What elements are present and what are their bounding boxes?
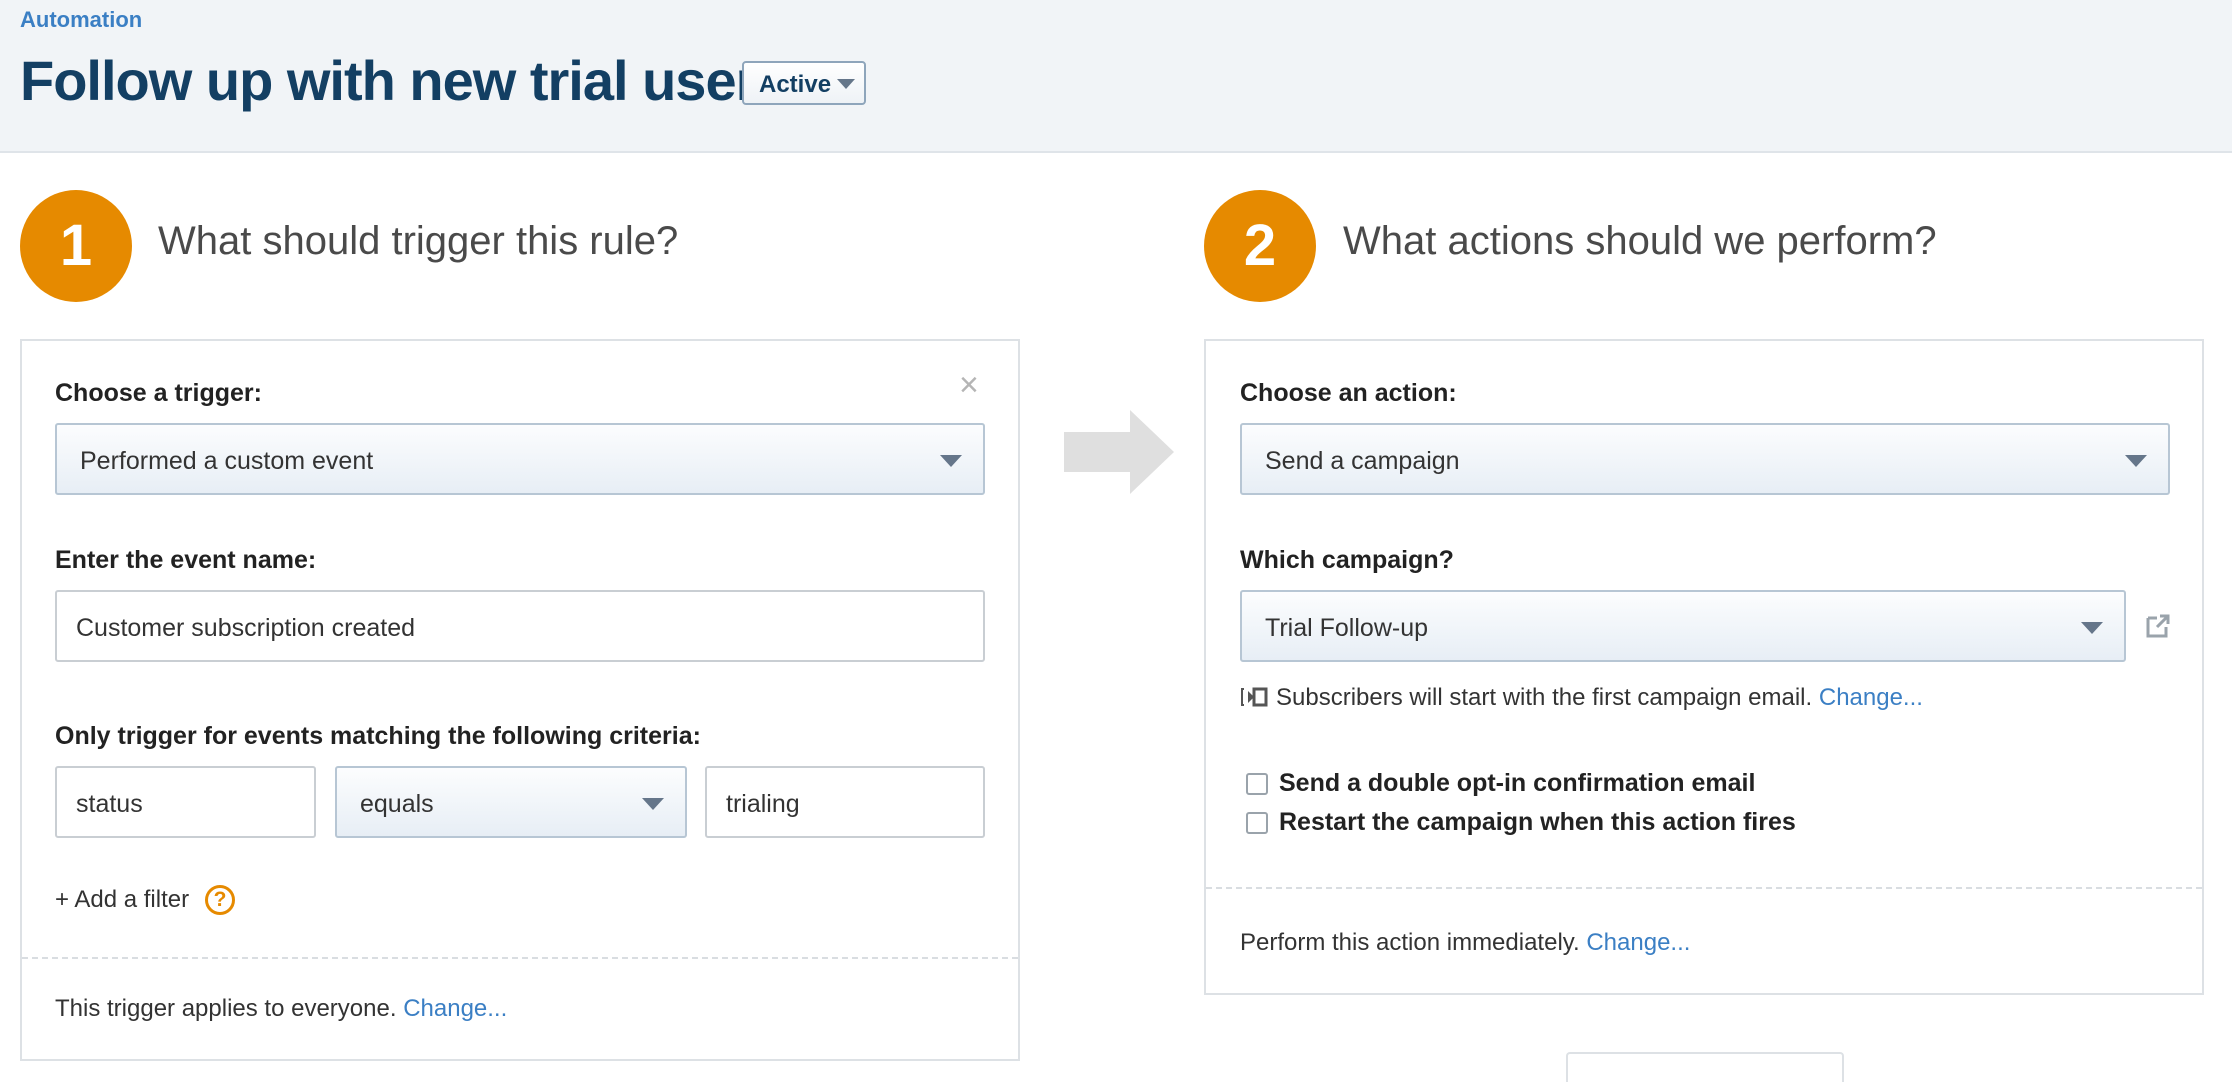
campaign-select-value: Trial Follow-up (1265, 614, 1429, 642)
chevron-down-icon (837, 79, 855, 89)
trigger-divider (22, 957, 1018, 959)
double-optin-label[interactable]: Send a double opt-in confirmation email (1279, 769, 1755, 798)
trigger-heading: What should trigger this rule? (158, 219, 679, 263)
trigger-footer: This trigger applies to everyone. Change… (55, 995, 507, 1023)
event-name-value: Customer subscription created (76, 614, 416, 642)
action-select-value: Send a campaign (1265, 447, 1460, 475)
chevron-down-icon (940, 455, 962, 467)
page-title: Follow up with new trial users (20, 49, 788, 112)
trigger-panel: × Choose a trigger: Performed a custom e… (20, 339, 1020, 1061)
action-select[interactable]: Send a campaign (1240, 423, 2170, 495)
external-link-icon[interactable] (2145, 613, 2171, 639)
filter-value-value: trialing (726, 790, 800, 818)
entry-point-icon (1241, 687, 1268, 707)
help-icon[interactable]: ? (205, 885, 235, 915)
filter-value-input[interactable]: trialing (705, 766, 985, 838)
filter-operator-select[interactable]: equals (335, 766, 687, 838)
restart-campaign-label[interactable]: Restart the campaign when this action fi… (1279, 808, 1796, 837)
trigger-select[interactable]: Performed a custom event (55, 423, 985, 495)
event-name-input[interactable]: Customer subscription created (55, 590, 985, 662)
trigger-select-value: Performed a custom event (80, 447, 374, 475)
subscribers-note: Subscribers will start with the first ca… (1240, 684, 1923, 712)
filter-operator-value: equals (360, 790, 434, 818)
step-1-badge: 1 (20, 190, 132, 302)
event-name-label: Enter the event name: (55, 546, 317, 574)
add-action-button[interactable] (1566, 1052, 1844, 1082)
timing-change-link[interactable]: Change... (1586, 929, 1690, 956)
close-icon[interactable]: × (959, 368, 979, 402)
action-panel: Choose an action: Send a campaign Which … (1204, 339, 2204, 995)
right-arrow-icon (1064, 410, 1174, 494)
page-header: Automation Follow up with new trial user… (0, 0, 2232, 153)
restart-campaign-checkbox[interactable] (1246, 812, 1268, 834)
campaign-select[interactable]: Trial Follow-up (1240, 590, 2126, 662)
subscribers-text: Subscribers will start with the first ca… (1276, 684, 1813, 711)
status-dropdown-label: Active (759, 71, 832, 98)
add-filter-link[interactable]: + Add a filter (55, 886, 189, 914)
status-dropdown[interactable]: Active (742, 61, 866, 105)
trigger-applies-text: This trigger applies to everyone. (55, 995, 397, 1022)
filter-field-input[interactable]: status (55, 766, 316, 838)
breadcrumb-automation[interactable]: Automation (20, 7, 142, 33)
trigger-change-link[interactable]: Change... (403, 995, 507, 1022)
action-heading: What actions should we perform? (1343, 219, 1937, 263)
filter-field-value: status (76, 790, 143, 818)
chevron-down-icon (2125, 455, 2147, 467)
double-optin-checkbox[interactable] (1246, 773, 1268, 795)
action-divider (1206, 887, 2202, 889)
timing-text: Perform this action immediately. (1240, 929, 1580, 956)
step-2-badge: 2 (1204, 190, 1316, 302)
action-footer: Perform this action immediately. Change.… (1240, 929, 1690, 957)
subscribers-change-link[interactable]: Change... (1819, 684, 1923, 711)
trigger-label: Choose a trigger: (55, 379, 262, 407)
action-label: Choose an action: (1240, 379, 1457, 407)
chevron-down-icon (642, 798, 664, 810)
chevron-down-icon (2081, 622, 2103, 634)
criteria-label: Only trigger for events matching the fol… (55, 722, 701, 750)
campaign-label: Which campaign? (1240, 546, 1454, 574)
